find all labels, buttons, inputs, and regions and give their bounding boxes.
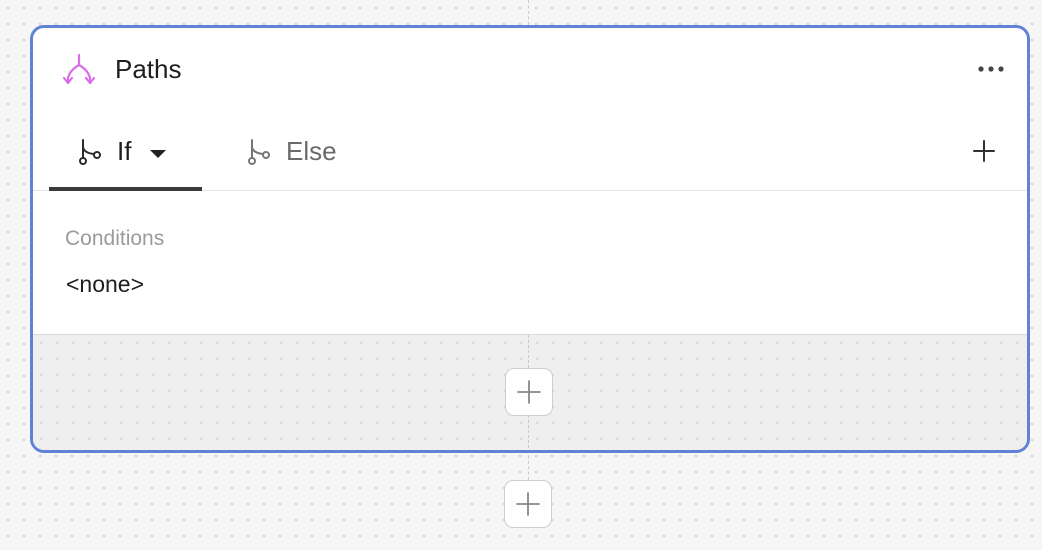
plus-icon — [516, 492, 540, 516]
path-tabs: If Else — [33, 112, 1027, 191]
conditions-label: Conditions — [65, 227, 165, 250]
add-step-button[interactable] — [504, 480, 552, 528]
branch-icon — [77, 137, 103, 165]
tab-else-label: Else — [286, 136, 337, 166]
conditions-section[interactable]: Conditions <none> — [33, 191, 1027, 335]
paths-step-card[interactable]: Paths If Else Conditions <none> — [30, 25, 1030, 453]
path-steps-area — [33, 335, 1027, 450]
tab-if-label: If — [117, 136, 132, 166]
plus-icon — [973, 140, 995, 162]
tab-if[interactable]: If — [49, 112, 202, 191]
card-header: Paths — [33, 28, 1027, 112]
plus-icon — [517, 380, 541, 404]
connector-line-top — [528, 0, 529, 25]
card-title: Paths — [115, 54, 182, 84]
branch-icon — [246, 137, 272, 165]
paths-split-icon — [62, 52, 96, 86]
add-step-in-path-button[interactable] — [505, 368, 553, 416]
add-path-button[interactable] — [969, 136, 999, 166]
ellipsis-icon — [978, 66, 1004, 72]
caret-down-icon[interactable] — [149, 146, 167, 158]
tab-else[interactable]: Else — [241, 112, 371, 190]
connector-line-bottom — [528, 450, 529, 480]
conditions-value: <none> — [66, 271, 145, 297]
more-options-button[interactable] — [973, 56, 1009, 82]
